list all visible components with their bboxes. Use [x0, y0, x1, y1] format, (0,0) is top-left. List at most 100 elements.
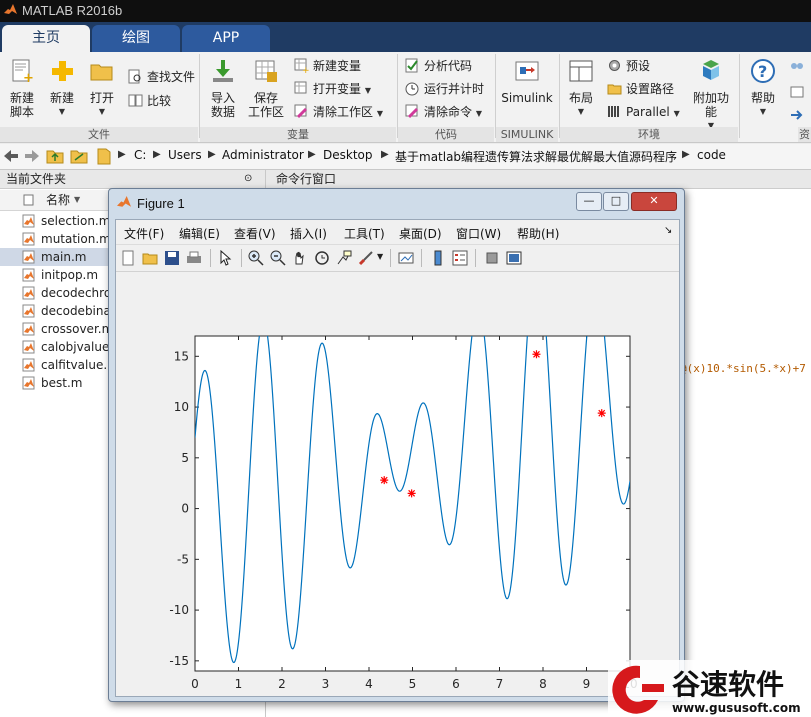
tab-plots[interactable]: 绘图 [92, 25, 180, 52]
breadcrumb-code[interactable]: code [697, 148, 726, 162]
x-tick-label: 6 [452, 677, 460, 691]
zoom-in-icon[interactable] [248, 250, 264, 266]
address-bar: ▶ C: ▶ Users ▶ Administrator ▶ Desktop ▶… [0, 144, 811, 170]
minimize-button[interactable]: — [576, 192, 602, 211]
breadcrumb-users[interactable]: Users [168, 148, 202, 162]
title-bar: MATLAB R2016b [0, 0, 811, 22]
legend-icon[interactable] [452, 250, 468, 266]
new-figure-icon[interactable] [120, 250, 136, 266]
open-variable-button[interactable]: 打开变量 ▼ [294, 80, 371, 98]
dock-arrow-icon[interactable]: ↘ [664, 225, 672, 236]
chevron-down-icon: ▼ [98, 107, 106, 116]
brush-icon[interactable] [358, 250, 374, 266]
open-button[interactable]: 打开 ▼ [86, 58, 118, 119]
compare-button[interactable]: 比较 [128, 92, 171, 110]
print-icon[interactable] [186, 250, 202, 266]
chevron-down-icon: ▼ [475, 109, 482, 118]
new-variable-button[interactable]: + 新建变量 [294, 57, 361, 75]
parallel-button[interactable]: Parallel ▼ [607, 103, 680, 121]
breadcrumb-drive[interactable]: C: [134, 148, 146, 162]
maximize-button[interactable]: □ [603, 192, 629, 211]
tab-home[interactable]: 主页 [2, 25, 90, 54]
breadcrumb-administrator[interactable]: Administrator [222, 148, 304, 162]
x-tick-label: 4 [365, 677, 373, 691]
import-data-button[interactable]: 导入 数据 [206, 58, 240, 119]
menu-window[interactable]: 窗口(W) [456, 225, 501, 242]
new-script-button[interactable]: + 新建 脚本 [6, 58, 38, 119]
panel-menu-icon[interactable]: ⊙ [244, 170, 252, 188]
new-script-icon: + [12, 59, 34, 86]
add-ons-button[interactable]: 附加功能 ▼ [688, 58, 734, 133]
clear-workspace-button[interactable]: 清除工作区 ▼ [294, 103, 383, 121]
back-arrow-icon[interactable] [3, 149, 19, 163]
matlab-logo-icon [4, 4, 17, 14]
colorbar-icon[interactable] [430, 250, 446, 266]
group-label-file: 文件 [0, 127, 198, 142]
simulink-button[interactable]: Simulink [500, 58, 554, 105]
link-plot-icon[interactable] [398, 250, 414, 266]
preferences-button[interactable]: 预设 [607, 57, 650, 75]
path-separator-icon: ▶ [153, 149, 161, 160]
find-files-button[interactable]: 查找文件 [128, 68, 195, 86]
learn-icon[interactable] [789, 107, 805, 123]
figure-client-area: 文件(F) 编辑(E) 查看(V) 插入(I) 工具(T) 桌面(D) 窗口(W… [115, 219, 680, 697]
set-path-button[interactable]: 设置路径 [607, 80, 674, 98]
browse-folder-icon[interactable] [70, 148, 88, 164]
pointer-icon[interactable] [218, 250, 234, 266]
run-and-time-label: 运行并计时 [424, 82, 485, 96]
chevron-down-icon: ▼ [58, 107, 66, 116]
help-button[interactable]: ? 帮助 ▼ [746, 58, 780, 119]
watermark-brand: 谷速软件 [672, 668, 784, 701]
forward-arrow-icon[interactable] [24, 149, 40, 163]
up-folder-icon[interactable] [46, 148, 64, 164]
ribbon-divider [739, 54, 740, 138]
group-label-variable: 变量 [200, 127, 396, 142]
clear-commands-icon [405, 104, 419, 119]
menu-file[interactable]: 文件(F) [124, 225, 164, 242]
run-time-icon [405, 82, 419, 96]
pan-hand-icon[interactable] [292, 250, 308, 266]
menu-insert[interactable]: 插入(I) [290, 225, 327, 242]
menu-view[interactable]: 查看(V) [234, 225, 276, 242]
menu-help[interactable]: 帮助(H) [517, 225, 559, 242]
run-and-time-button[interactable]: 运行并计时 [405, 80, 484, 98]
y-tick-label: 5 [181, 451, 189, 465]
analyze-code-button[interactable]: 分析代码 [405, 57, 472, 75]
breadcrumb-project-folder[interactable]: 基于matlab编程遗传算法求解最优解最大值源码程序 [395, 148, 677, 165]
clear-commands-button[interactable]: 清除命令 ▼ [405, 103, 482, 121]
figure-window[interactable]: Figure 1 — □ ✕ 文件(F) 编辑(E) 查看(V) 插入(I) 工… [108, 188, 685, 702]
support-icon[interactable] [789, 84, 805, 100]
y-tick-label: -5 [177, 552, 189, 566]
layout-button[interactable]: 布局 ▼ [565, 58, 597, 119]
m-file-icon [22, 232, 35, 246]
chevron-down-icon[interactable]: ▼ [377, 252, 383, 261]
menu-tools[interactable]: 工具(T) [344, 225, 385, 242]
toolbar-separator [421, 249, 422, 267]
menu-edit[interactable]: 编辑(E) [179, 225, 220, 242]
breadcrumb-desktop[interactable]: Desktop [323, 148, 373, 162]
help-icon: ? [751, 59, 775, 83]
plot-area[interactable]: 012345678910-15-10-5051015 [122, 272, 673, 692]
data-cursor-icon[interactable] [336, 250, 352, 266]
file-name: mutation.m [41, 232, 111, 246]
chevron-down-icon: ▼ [364, 86, 371, 95]
new-button[interactable]: 新建 ▼ [46, 58, 78, 119]
x-tick-label: 3 [322, 677, 330, 691]
save-workspace-button[interactable]: 保存 工作区 [246, 58, 286, 119]
close-button[interactable]: ✕ [631, 192, 677, 211]
tab-apps[interactable]: APP [182, 25, 270, 52]
open-file-icon[interactable] [142, 250, 158, 266]
hide-plot-tools-icon[interactable] [484, 250, 500, 266]
chevron-down-icon: ▼ [673, 109, 680, 118]
rotate-3d-icon[interactable] [314, 250, 330, 266]
save-icon[interactable] [164, 250, 180, 266]
show-plot-tools-icon[interactable] [506, 250, 522, 266]
zoom-out-icon[interactable] [270, 250, 286, 266]
figure-title-bar[interactable]: Figure 1 — □ ✕ [109, 189, 684, 217]
menu-desktop[interactable]: 桌面(D) [399, 225, 442, 242]
file-name: best.m [41, 376, 83, 390]
community-icon[interactable] [789, 60, 805, 76]
y-tick-label: 15 [174, 349, 189, 363]
parallel-label: Parallel [626, 105, 670, 119]
find-files-icon [128, 69, 141, 84]
